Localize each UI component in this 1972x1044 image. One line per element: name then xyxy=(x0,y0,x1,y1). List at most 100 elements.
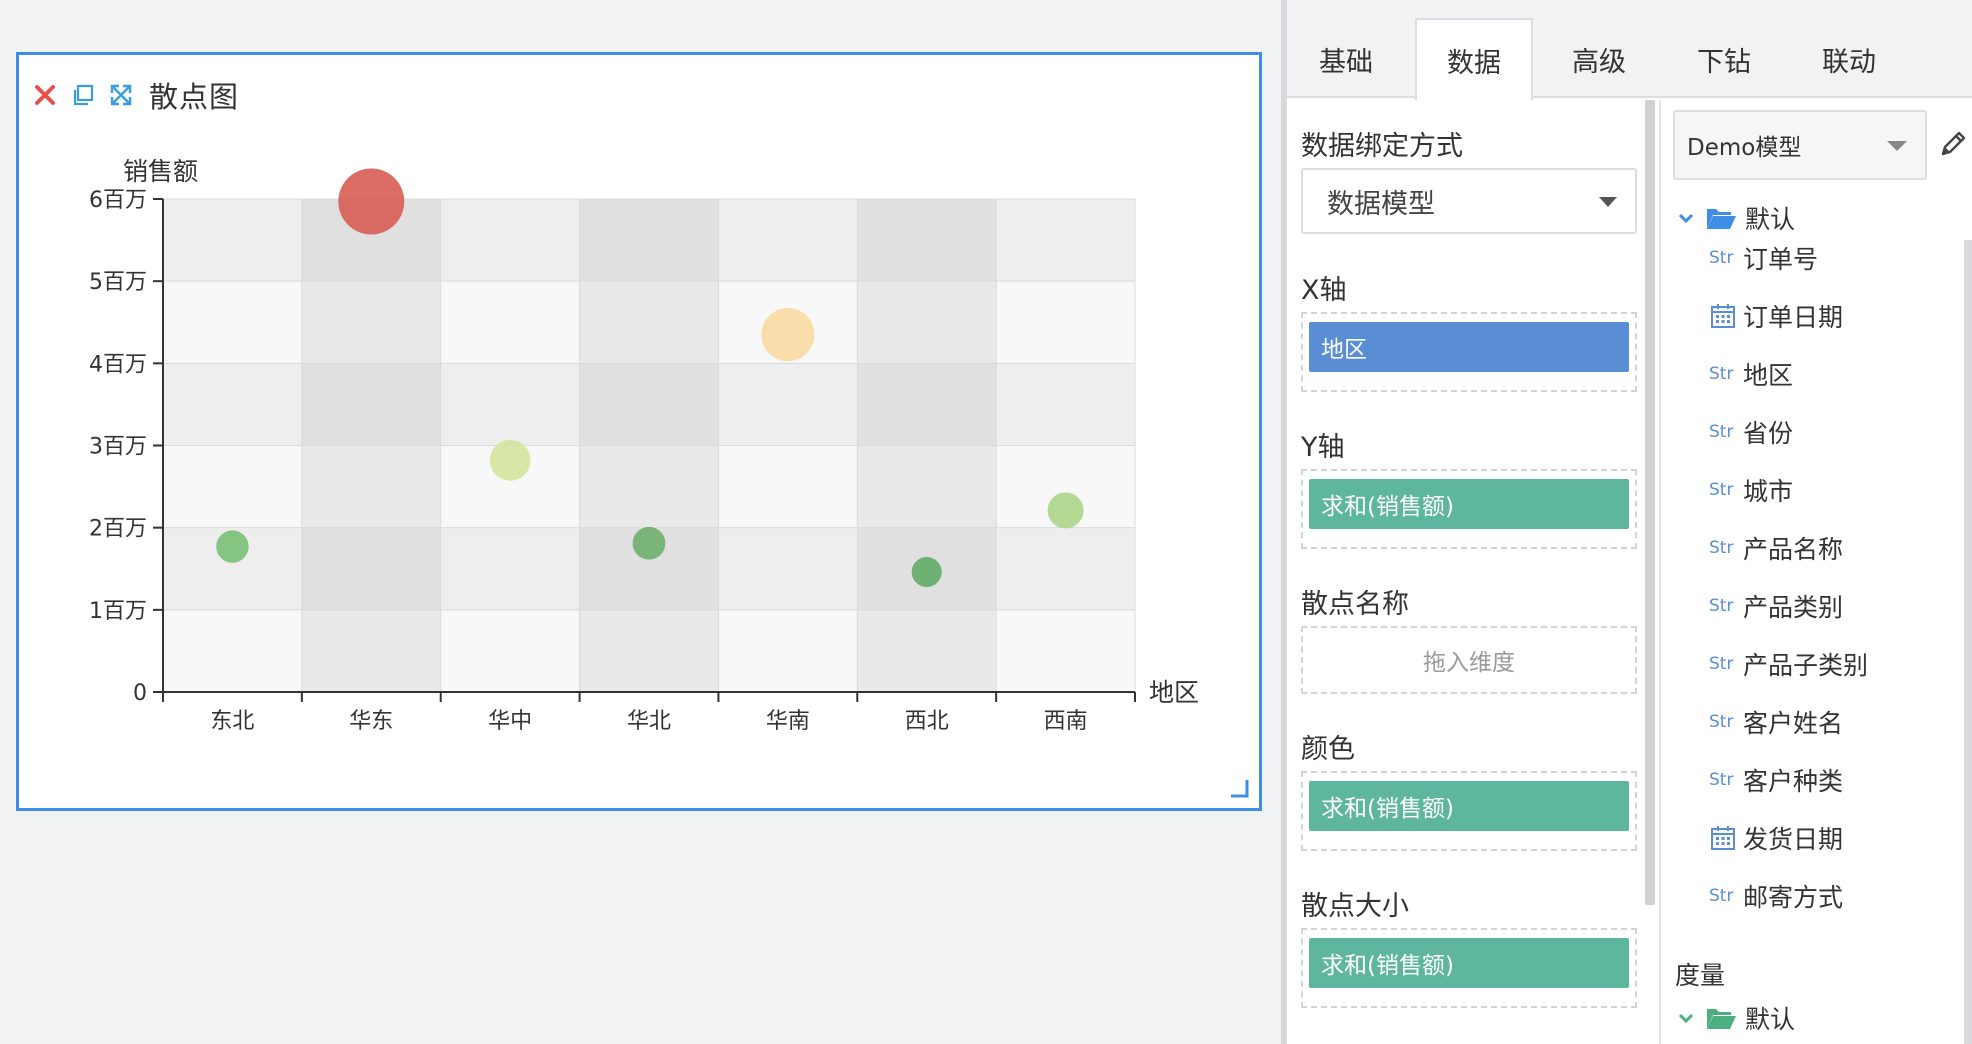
grid-cell xyxy=(301,363,441,446)
dimension-item[interactable]: Str 邮寄方式 xyxy=(1709,878,1843,914)
string-type-tag: Str xyxy=(1709,712,1734,732)
point-name-dropzone[interactable]: 拖入维度 xyxy=(1301,626,1637,694)
color-field[interactable]: 求和(销售额) xyxy=(1309,781,1629,831)
dimension-item-label: 省份 xyxy=(1743,419,1794,448)
model-select[interactable]: Demo模型 xyxy=(1673,110,1927,180)
dimension-item[interactable]: Str 省份 xyxy=(1709,414,1793,450)
scatter-chart-widget[interactable]: 散点图 0 1百万 2百万 3百万 4百万 5百万 6百万 东北 华东 华中 华北 华南 西北 西南 销售额… xyxy=(16,52,1262,811)
grid-cell xyxy=(163,445,302,528)
measure-label: 度量 xyxy=(1675,961,1726,990)
folder-open-icon xyxy=(1707,1009,1736,1029)
binding-mode-label: 数据绑定方式 xyxy=(1301,131,1463,162)
string-type-tag: Str xyxy=(1709,654,1734,674)
dimension-item[interactable]: Str 城市 xyxy=(1709,472,1793,508)
measure-folder-label: 默认 xyxy=(1745,1005,1796,1034)
measure-folder[interactable]: 默认 xyxy=(1675,1000,1795,1036)
dimension-item[interactable]: Str 产品类别 xyxy=(1709,588,1843,624)
point-size-dropzone[interactable]: 求和(销售额) xyxy=(1301,928,1637,1008)
grid-cell xyxy=(440,609,580,692)
scatter-point xyxy=(338,168,405,235)
field-tree: Demo模型 默认 Str 订单号 订单日期 Str 地区 Str 省份 Str 城市 Str 产品… xyxy=(1661,100,1972,1044)
pencil-icon[interactable] xyxy=(1937,128,1969,160)
string-type-tag: Str xyxy=(1709,480,1734,500)
grid-cell xyxy=(996,527,1135,610)
grid-cell xyxy=(579,363,719,446)
dimension-item[interactable]: Str 产品子类别 xyxy=(1709,646,1868,682)
y-tick-label: 5百万 xyxy=(89,270,147,295)
tab-linkage[interactable]: 联动 xyxy=(1790,18,1908,100)
binding-mode-value: 数据模型 xyxy=(1327,188,1435,220)
string-type-tag: Str xyxy=(1709,886,1734,906)
string-type-tag: Str xyxy=(1709,770,1734,790)
x-axis-field[interactable]: 地区 xyxy=(1309,322,1629,372)
properties-panel: 基础 数据 高级 下钻 联动 数据绑定方式 数据模型 X轴 地区 Y轴 求和(销… xyxy=(1287,0,1972,1044)
scatter-point xyxy=(1047,492,1084,529)
grid-cell xyxy=(718,445,858,528)
point-size-field[interactable]: 求和(销售额) xyxy=(1309,938,1629,988)
x-tick-label: 华北 xyxy=(627,709,671,734)
dimension-item-label: 产品类别 xyxy=(1743,593,1844,622)
tab-drilldown[interactable]: 下钻 xyxy=(1665,18,1783,100)
tab-advanced[interactable]: 高级 xyxy=(1540,18,1658,100)
x-tick-label: 华东 xyxy=(349,709,393,734)
dimension-folder-label: 默认 xyxy=(1745,205,1796,234)
grid-cell xyxy=(163,199,302,282)
scatter-point xyxy=(489,439,531,481)
grid-cell xyxy=(857,281,997,364)
binding-scrollbar[interactable] xyxy=(1645,100,1655,905)
grid-cell xyxy=(996,281,1135,364)
x-axis-dropzone[interactable]: 地区 xyxy=(1301,312,1637,392)
dimension-item-label: 产品名称 xyxy=(1743,535,1844,564)
calendar-icon xyxy=(1711,304,1735,328)
dimension-item[interactable]: Str 订单号 xyxy=(1709,240,1818,276)
grid-cell xyxy=(579,445,719,528)
resize-handle-icon[interactable] xyxy=(1229,778,1249,798)
dimension-item[interactable]: Str 客户种类 xyxy=(1709,762,1843,798)
calendar-icon xyxy=(1711,826,1735,850)
x-axis-label: X轴 xyxy=(1301,275,1347,306)
model-value: Demo模型 xyxy=(1687,135,1802,161)
dimension-folder[interactable]: 默认 xyxy=(1675,200,1795,236)
y-axis-dropzone[interactable]: 求和(销售额) xyxy=(1301,469,1637,549)
chevron-down-icon xyxy=(1887,141,1907,151)
tab-data[interactable]: 数据 xyxy=(1415,18,1533,100)
tab-basic[interactable]: 基础 xyxy=(1287,18,1405,100)
grid-cell xyxy=(440,527,580,610)
grid-cell xyxy=(857,609,997,692)
dimension-item[interactable]: Str 产品名称 xyxy=(1709,530,1843,566)
grid-cell xyxy=(440,363,580,446)
dimension-item[interactable]: 订单日期 xyxy=(1709,298,1843,334)
x-tick-label: 东北 xyxy=(210,709,254,734)
grid-cell xyxy=(579,199,719,282)
string-type-tag: Str xyxy=(1709,596,1734,616)
grid-cell xyxy=(440,199,580,282)
grid-cell xyxy=(163,609,302,692)
grid-cell xyxy=(996,363,1135,446)
y-axis-label: Y轴 xyxy=(1301,432,1345,463)
y-axis-field[interactable]: 求和(销售额) xyxy=(1309,479,1629,529)
y-tick-label: 4百万 xyxy=(89,352,147,377)
tab-bar: 基础 数据 高级 下钻 联动 xyxy=(1287,0,1972,100)
dimension-item-label: 发货日期 xyxy=(1743,825,1844,854)
grid-cell xyxy=(857,363,997,446)
scatter-chart: 0 1百万 2百万 3百万 4百万 5百万 6百万东北 华东 华中 华北 华南 西北 西南 销售额地区 xyxy=(89,157,1199,734)
dimension-item-label: 客户种类 xyxy=(1743,767,1844,796)
tree-scrollbar[interactable] xyxy=(1964,240,1972,1044)
dimension-item[interactable]: Str 客户姓名 xyxy=(1709,704,1843,740)
binding-column: 数据绑定方式 数据模型 X轴 地区 Y轴 求和(销售额) 散点名称 拖入维度 颜… xyxy=(1287,100,1643,1044)
binding-mode-select[interactable]: 数据模型 xyxy=(1301,168,1637,234)
grid-cell xyxy=(301,527,441,610)
color-dropzone[interactable]: 求和(销售额) xyxy=(1301,771,1637,851)
dimension-item[interactable]: Str 地区 xyxy=(1709,356,1793,392)
x-tick-label: 华中 xyxy=(488,709,532,734)
grid-cell xyxy=(718,609,858,692)
folder-open-icon xyxy=(1707,209,1736,229)
scatter-point xyxy=(761,308,815,362)
dimension-item[interactable]: 发货日期 xyxy=(1709,820,1843,856)
grid-cell xyxy=(163,281,302,364)
grid-cell xyxy=(718,199,858,282)
grid-cell xyxy=(718,527,858,610)
x-tick-label: 华南 xyxy=(766,709,810,734)
chevron-down-icon xyxy=(1678,213,1694,224)
string-type-tag: Str xyxy=(1709,538,1734,558)
